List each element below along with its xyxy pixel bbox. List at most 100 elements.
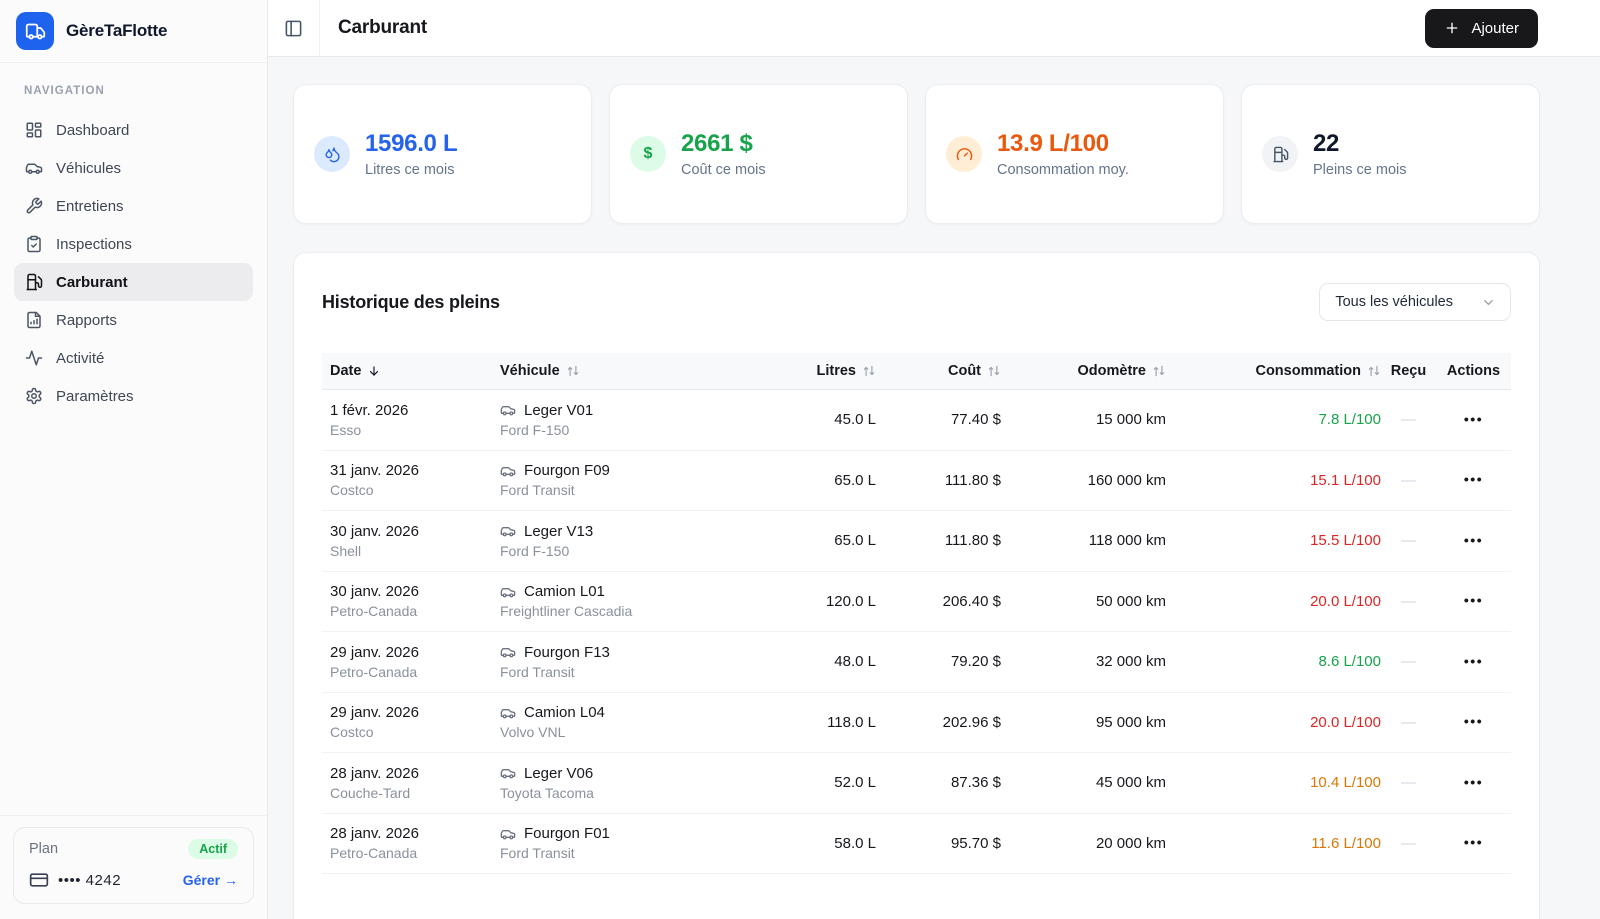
table-title: Historique des pleins [322,291,500,312]
consumption-value: 10.4 L/100 [1310,774,1381,792]
sidebar-item-rapports[interactable]: Rapports [14,301,253,339]
sort-icon [1152,364,1166,378]
receipt-empty: — [1401,834,1416,852]
gear-icon [25,387,43,405]
page-title: Carburant [338,17,427,38]
fillup-date: 28 janv. 2026 [330,764,419,782]
sidebar-item-label: Entretiens [56,197,124,215]
row-actions-button[interactable]: ••• [1464,411,1483,427]
sidebar-item-inspections[interactable]: Inspections [14,225,253,263]
column-header-consommation[interactable]: Consommation [1166,363,1381,379]
column-header-cout[interactable]: Coût [876,363,1001,379]
consumption-value: 15.1 L/100 [1310,471,1381,489]
cost-value: 79.20 $ [950,653,1001,671]
column-header-date[interactable]: Date [322,363,492,379]
odometer-value: 15 000 km [1095,411,1166,429]
consumption-value: 8.6 L/100 [1318,653,1381,671]
sidebar-item-carburant[interactable]: Carburant [14,263,253,301]
column-header-odometre[interactable]: Odomètre [1001,363,1166,379]
stat-card-consommation: 13.9 L/100 Consommation moy. [925,84,1224,224]
file-chart-icon [25,311,43,329]
row-actions-button[interactable]: ••• [1464,834,1483,850]
car-icon [500,644,516,660]
fillup-date: 29 janv. 2026 [330,643,419,661]
sidebar-item-dashboard[interactable]: Dashboard [14,111,253,149]
sidebar-item-label: Véhicules [56,159,122,177]
cost-value: 77.40 $ [950,411,1001,429]
vehicle-name: Camion L01 [524,583,605,601]
sidebar-item-label: Paramètres [56,387,134,405]
sidebar-item-entretiens[interactable]: Entretiens [14,187,253,225]
sidebar-nav: NAVIGATION Dashboard Véhicules Entretien… [0,63,267,815]
sort-icon [1367,364,1381,378]
column-header-vehicule[interactable]: Véhicule [492,363,802,379]
vehicle-cell: Fourgon F01 Ford Transit [492,825,802,861]
stat-label: Litres ce mois [365,162,455,178]
fillup-station: Couche-Tard [330,784,411,801]
vehicle-cell: Leger V06 Toyota Tacoma [492,765,802,801]
topbar: Carburant Ajouter [268,0,1600,57]
vehicle-model: Ford Transit [500,845,575,862]
car-icon [500,523,516,539]
row-actions-button[interactable]: ••• [1464,653,1483,669]
add-fillup-button[interactable]: Ajouter [1425,8,1538,48]
receipt-empty: — [1401,653,1416,671]
fillup-station: Esso [330,421,362,438]
table-row: 28 janv. 2026 Couche-Tard Leger V06 Toyota… [322,753,1511,814]
odometer-value: 45 000 km [1095,774,1166,792]
car-icon [25,159,43,177]
sidebar-item-vehicules[interactable]: Véhicules [14,149,253,187]
cost-value: 87.36 $ [950,774,1001,792]
date-cell: 1 févr. 2026 Esso [322,402,492,438]
vehicle-model: Toyota Tacoma [500,784,594,801]
odometer-value: 50 000 km [1095,592,1166,610]
row-actions-button[interactable]: ••• [1464,713,1483,729]
fuel-history-card: Historique des pleins Tous les véhicules… [293,252,1540,919]
consumption-value: 11.6 L/100 [1311,834,1381,852]
car-icon [500,826,516,842]
car-icon [500,402,516,418]
consumption-value: 15.5 L/100 [1310,532,1381,550]
receipt-empty: — [1401,471,1416,489]
vehicle-name: Leger V06 [524,764,594,782]
fillup-station: Costco [330,482,374,499]
vehicle-filter-select[interactable]: Tous les véhicules [1319,283,1511,321]
date-cell: 30 janv. 2026 Shell [322,523,492,559]
sidebar-item-label: Rapports [56,311,117,329]
fillup-date: 30 janv. 2026 [330,522,419,540]
fuel-pump-icon [25,273,43,291]
date-cell: 29 janv. 2026 Costco [322,704,492,740]
vehicle-cell: Leger V13 Ford F-150 [492,523,802,559]
table-row: 29 janv. 2026 Costco Camion L04 Volvo VNL 1… [322,693,1511,753]
odometer-value: 95 000 km [1095,713,1166,731]
actions-cell: ••• [1436,532,1511,550]
row-actions-button[interactable]: ••• [1464,471,1483,487]
litres-value: 52.0 L [834,774,876,792]
droplets-icon [314,136,350,172]
fuel-pump-icon [1262,136,1298,172]
manage-plan-link[interactable]: Gérer → [183,872,238,888]
table-row: 28 janv. 2026 Petro-Canada Fourgon F01 For… [322,814,1511,874]
odometer-value: 118 000 km [1088,532,1166,550]
sort-icon [862,364,876,378]
sort-desc-icon [367,364,381,378]
sidebar-item-label: Activité [56,349,105,367]
receipt-empty: — [1401,532,1416,550]
stat-label: Coût ce mois [681,162,766,178]
row-actions-button[interactable]: ••• [1464,592,1483,608]
actions-cell: ••• [1436,411,1511,429]
clipboard-check-icon [25,235,43,253]
stat-card-cout: $ 2661 $ Coût ce mois [609,84,908,224]
row-actions-button[interactable]: ••• [1464,532,1483,548]
vehicle-model: Ford F-150 [500,421,570,438]
sidebar-toggle-button[interactable] [284,19,303,38]
sidebar-item-activite[interactable]: Activité [14,339,253,377]
date-cell: 29 janv. 2026 Petro-Canada [322,644,492,680]
truck-logo-icon [16,12,54,50]
brand-name: GèreTaFlotte [66,21,168,40]
main-area: Carburant Ajouter 1596.0 L Litres ce moi… [268,0,1600,919]
sidebar-item-parametres[interactable]: Paramètres [14,377,253,415]
row-actions-button[interactable]: ••• [1464,774,1483,790]
column-header-litres[interactable]: Litres [802,363,876,379]
car-icon [500,463,516,479]
